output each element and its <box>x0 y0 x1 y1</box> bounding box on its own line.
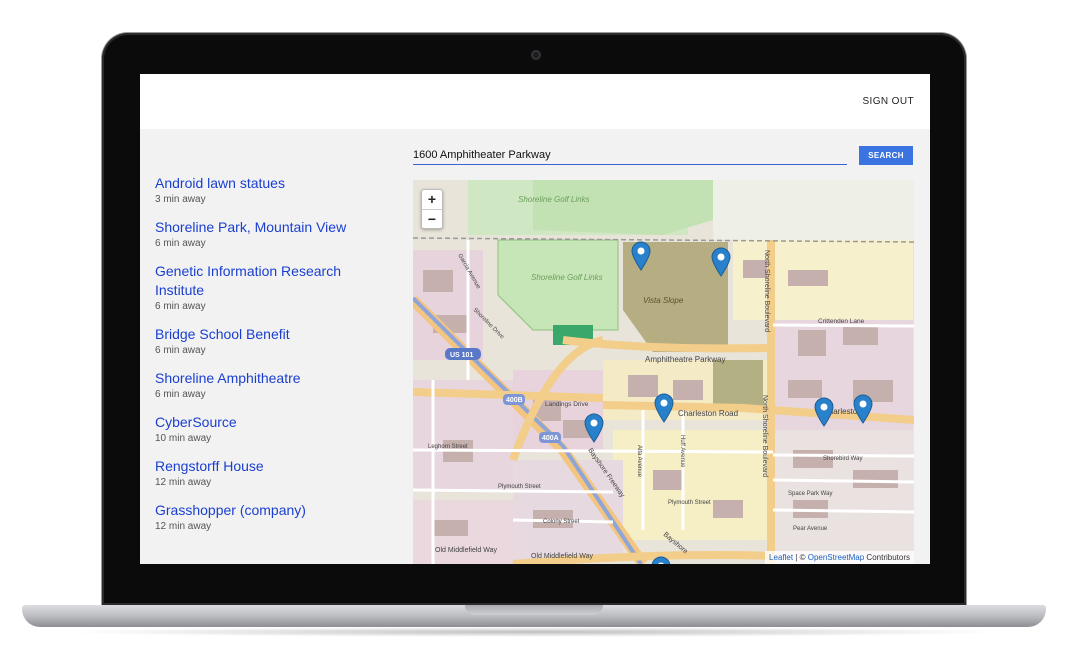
zoom-control: + − <box>421 189 443 229</box>
place-name[interactable]: Genetic Information Research Institute <box>155 262 385 300</box>
map-label: North Shoreline Boulevard <box>761 395 768 477</box>
map-label: Shoreline Golf Links <box>531 273 603 282</box>
map-label: Amphitheatre Parkway <box>645 355 725 364</box>
place-name[interactable]: Android lawn statues <box>155 174 385 193</box>
place-name[interactable]: Shoreline Amphitheatre <box>155 369 385 388</box>
list-item[interactable]: Bridge School Benefit 6 min away <box>155 325 385 357</box>
map-label: US 101 <box>450 352 473 359</box>
map-label: Plymouth Street <box>668 500 711 506</box>
place-name[interactable]: Grasshopper (company) <box>155 501 385 520</box>
sign-out-button[interactable]: SIGN OUT <box>862 96 914 107</box>
map-marker-icon[interactable] <box>651 556 671 564</box>
map-tiles: Shoreline Golf Links Shoreline Golf Link… <box>413 180 914 564</box>
top-bar: SIGN OUT <box>140 74 930 129</box>
list-item[interactable]: Android lawn statues 3 min away <box>155 174 385 206</box>
list-item[interactable]: Grasshopper (company) 12 min away <box>155 501 385 533</box>
place-name[interactable]: Shoreline Park, Mountain View <box>155 218 385 237</box>
laptop-shadow <box>60 627 1010 637</box>
place-name[interactable]: Rengstorff House <box>155 457 385 476</box>
map-label: Old Middlefield Way <box>435 547 497 554</box>
map-marker-icon[interactable] <box>853 394 873 424</box>
map-label: North Shoreline Boulevard <box>763 250 770 332</box>
map-label: Space Park Way <box>788 491 832 497</box>
list-item[interactable]: Shoreline Park, Mountain View 6 min away <box>155 218 385 250</box>
map-label: Pear Avenue <box>793 526 828 532</box>
camera-icon <box>531 50 541 60</box>
map-label: Shorebird Way <box>823 456 862 462</box>
list-item[interactable]: Shoreline Amphitheatre 6 min away <box>155 369 385 401</box>
zoom-in-button[interactable]: + <box>422 190 442 210</box>
laptop-notch <box>465 605 603 615</box>
place-time: 6 min away <box>155 301 206 312</box>
place-name[interactable]: Bridge School Benefit <box>155 325 385 344</box>
map-label: 400B <box>506 397 523 404</box>
osm-link[interactable]: OpenStreetMap <box>808 553 864 562</box>
map-label: Shoreline Golf Links <box>518 195 590 204</box>
place-time: 6 min away <box>155 345 206 356</box>
map-marker-icon[interactable] <box>584 413 604 443</box>
map-marker-icon[interactable] <box>711 247 731 277</box>
search-button[interactable]: SEARCH <box>859 146 913 165</box>
place-time: 12 min away <box>155 477 212 488</box>
place-time: 6 min away <box>155 389 206 400</box>
map-attribution: Leaflet | © OpenStreetMap Contributors <box>765 551 914 564</box>
map-marker-icon[interactable] <box>631 241 651 271</box>
map-label: Plymouth Street <box>498 484 541 490</box>
map-label: Old Middlefield Way <box>531 553 593 560</box>
place-time: 6 min away <box>155 238 206 249</box>
map-marker-icon[interactable] <box>814 397 834 427</box>
map-marker-icon[interactable] <box>654 393 674 423</box>
place-time: 12 min away <box>155 521 212 532</box>
list-item[interactable]: Genetic Information Research Institute 6… <box>155 262 385 313</box>
map-label: Leghorn Street <box>428 444 468 450</box>
place-name[interactable]: CyberSource <box>155 413 385 432</box>
map-label: Vista Slope <box>643 296 684 305</box>
results-list: Android lawn statues 3 min away Shorelin… <box>155 174 385 545</box>
map-label: Huff Avenue <box>679 435 685 468</box>
place-time: 10 min away <box>155 433 212 444</box>
list-item[interactable]: Rengstorff House 12 min away <box>155 457 385 489</box>
list-item[interactable]: CyberSource 10 min away <box>155 413 385 445</box>
app-screen: SIGN OUT Android lawn statues 3 min away… <box>140 74 930 564</box>
map-label: Landings Drive <box>545 401 589 408</box>
attribution-separator: | © <box>793 553 808 562</box>
search-input[interactable] <box>413 146 847 165</box>
map-label: Colony Street <box>543 519 580 525</box>
map-label: 400A <box>542 435 559 442</box>
place-time: 3 min away <box>155 194 206 205</box>
map-label: Crittenden Lane <box>818 318 865 325</box>
map-label: Charleston Road <box>678 409 738 418</box>
map-view[interactable]: Shoreline Golf Links Shoreline Golf Link… <box>413 180 914 564</box>
leaflet-link[interactable]: Leaflet <box>769 553 793 562</box>
zoom-out-button[interactable]: − <box>422 210 442 229</box>
map-label: Alta Avenue <box>636 445 642 478</box>
attribution-suffix: Contributors <box>864 553 910 562</box>
